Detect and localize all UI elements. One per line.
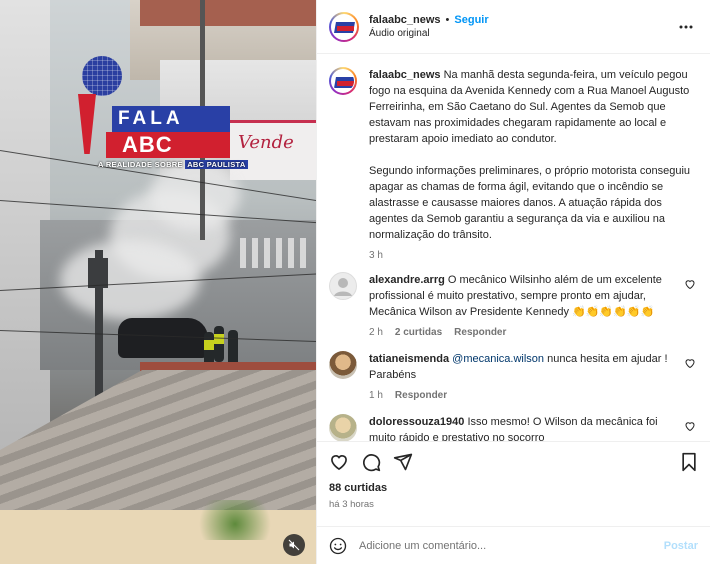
commenter-avatar[interactable]: [329, 414, 357, 441]
burning-car: [118, 318, 208, 358]
comment: doloressouza1940 Isso mesmo! O Wilson da…: [329, 414, 698, 441]
comment-likes[interactable]: 2 curtidas: [395, 325, 442, 341]
logo-text-bottom: ABC: [122, 132, 173, 157]
comment-time[interactable]: 1 h: [369, 388, 383, 404]
post-time[interactable]: há 3 horas: [329, 499, 698, 510]
default-avatar-icon: [334, 278, 352, 296]
comment-time[interactable]: 2 h: [369, 325, 383, 341]
audio-label[interactable]: Áudio original: [369, 28, 674, 39]
emoji-icon: [329, 537, 347, 554]
agent-vest: [214, 334, 224, 344]
caption: falaabc_news Na manhã desta segunda-feir…: [329, 67, 698, 264]
post-comment-button[interactable]: Postar: [664, 540, 698, 552]
logo-globe: [82, 56, 122, 96]
comment-button[interactable]: [361, 452, 381, 472]
comment: tatianeismenda @mecanica.wilson nunca he…: [329, 351, 698, 404]
heart-icon: [685, 359, 695, 369]
mute-button[interactable]: [283, 534, 305, 556]
bookmark-icon: [682, 452, 696, 472]
clap-emoji: 👏👏👏👏👏👏: [572, 306, 655, 318]
save-button[interactable]: [680, 452, 698, 472]
follow-button[interactable]: Seguir: [454, 14, 488, 26]
send-icon: [393, 453, 413, 471]
post-panel: falaabc_news • Seguir Áudio original fal…: [316, 0, 710, 564]
post-media[interactable]: Vende FALA ABC A REALIDADE SOBRE ABC PAU…: [0, 0, 316, 564]
comment-icon: [363, 454, 381, 472]
store-sign: Vende: [238, 132, 294, 153]
like-comment-button[interactable]: [684, 357, 698, 404]
emoji-button[interactable]: [329, 537, 347, 555]
post-header: falaabc_news • Seguir Áudio original: [317, 0, 710, 54]
caption-time[interactable]: 3 h: [369, 248, 383, 264]
author-avatar[interactable]: [329, 11, 359, 42]
heart-icon: [685, 422, 695, 432]
reply-button[interactable]: Responder: [454, 325, 506, 341]
comments-scroll-area[interactable]: falaabc_news Na manhã desta segunda-feir…: [317, 55, 710, 441]
logo-mic: [78, 94, 96, 154]
plant: [190, 500, 280, 540]
crosswalk: [240, 238, 310, 268]
comment-input[interactable]: [359, 539, 664, 552]
heart-icon: [331, 455, 347, 471]
share-button[interactable]: [393, 452, 413, 472]
action-bar: 88 curtidas há 3 horas: [317, 441, 710, 510]
caption-paragraph-2: Segundo informações preliminares, o próp…: [369, 165, 691, 241]
roof-top: [140, 0, 316, 26]
logo-tagline: A REALIDADE SOBRE ABC PAULISTA: [98, 160, 248, 169]
comment-username[interactable]: alexandre.arrg: [369, 274, 445, 286]
like-comment-button[interactable]: [684, 278, 698, 341]
agent-figure: [228, 330, 238, 366]
comment: alexandre.arrg O mecânico Wilsinho além …: [329, 272, 698, 341]
comment-username[interactable]: doloressouza1940: [369, 416, 464, 428]
caption-username[interactable]: falaabc_news: [369, 69, 441, 81]
comment-mention[interactable]: @mecanica.wilson: [452, 353, 544, 365]
reply-button[interactable]: Responder: [395, 388, 447, 404]
fala-abc-logo: FALA ABC A REALIDADE SOBRE ABC PAULISTA: [78, 56, 248, 176]
logo-text-top: FALA: [118, 108, 184, 129]
logo-tagline-b: ABC PAULISTA: [185, 160, 248, 169]
logo-tagline-a: A REALIDADE SOBRE: [98, 160, 183, 169]
speaker-muted-icon: [288, 539, 300, 551]
more-options-button[interactable]: [674, 25, 698, 29]
header-separator: •: [445, 14, 450, 26]
heart-icon: [685, 280, 695, 290]
agent-figure: [214, 326, 224, 362]
like-comment-button[interactable]: [684, 420, 698, 441]
add-comment-bar: Postar: [317, 526, 710, 564]
comment-username[interactable]: tatianeismenda: [369, 353, 449, 365]
commenter-avatar[interactable]: [329, 351, 357, 379]
like-button[interactable]: [329, 452, 349, 472]
more-icon: [679, 25, 693, 28]
commenter-avatar[interactable]: [329, 272, 357, 300]
caption-avatar[interactable]: [329, 67, 357, 95]
likes-count[interactable]: 88 curtidas: [329, 482, 698, 494]
agent-vest: [204, 340, 214, 350]
author-username[interactable]: falaabc_news: [369, 14, 441, 26]
